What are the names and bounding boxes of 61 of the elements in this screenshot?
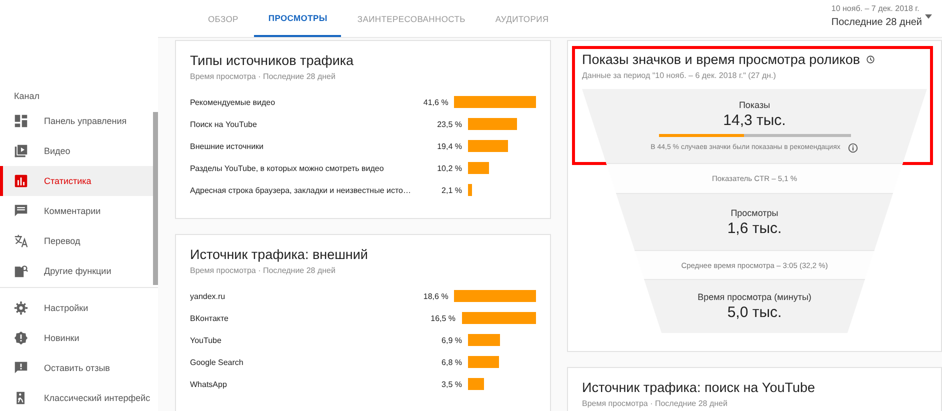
sidebar-item[interactable]: Видео [0,136,153,166]
sidebar-item[interactable]: Статистика [0,166,153,196]
stats-icon [14,174,28,188]
sidebar-item[interactable]: Комментарии [0,196,153,226]
percent-value: 3,5 % [440,380,462,388]
scrollbar[interactable] [153,112,158,285]
sidebar-item[interactable]: Оставить отзыв [0,353,153,383]
card-subtitle: Время просмотра · Последние 28 дней [190,72,336,81]
source-label: Google Search [190,358,244,366]
card-subtitle: Данные за период "10 нояб. – 6 дек. 2018 г." (27 дн.) [582,71,777,80]
source-label: Внешние источники [190,142,265,150]
percent-value: 10,2 % [436,164,462,172]
sidebar-item[interactable]: Новинки [0,323,153,353]
date-range-dropdown[interactable]: 10 нояб. – 7 дек. 2018 г. Последние 28 дней [831,0,922,37]
more-icon [14,264,28,278]
badge-icon [14,331,28,345]
card-title: Типы источников трафика [190,53,355,68]
bar [468,118,517,130]
source-label: YouTube [190,336,222,344]
dashboard-icon [14,114,28,128]
bar [468,140,508,152]
percent-value: 6,9 % [440,336,462,344]
sidebar-item[interactable]: Панель управления [0,106,153,136]
feedback-icon [14,361,28,375]
percent-value: 23,5 % [436,120,462,128]
source-label: Поиск на YouTube [190,120,258,128]
percent-value: 16,5 % [430,314,456,322]
source-label: WhatsApp [190,380,228,388]
sidebar-item[interactable]: Перевод [0,226,153,256]
translate-icon [14,234,28,248]
source-label: Рекомендуемые видео [190,98,276,106]
sidebar-item[interactable]: Классический интерфейс [0,383,153,411]
settings-icon [14,301,28,315]
bar [468,162,490,174]
card-title: Источник трафика: внешний [190,247,369,262]
card-subtitle: Время просмотра · Последние 28 дней [190,266,336,275]
comment-icon [14,204,28,218]
info-icon[interactable] [848,142,858,152]
sidebar-item[interactable]: Другие функции [0,256,153,286]
source-label: ВКонтакте [190,314,230,322]
bar [468,356,500,368]
card-title: Источник трафика: поиск на YouTube [582,380,816,395]
bar [468,378,484,390]
source-label: Адресная строка браузера, закладки и неизвестные исто… [190,186,412,194]
percent-value: 2,1 % [440,186,462,194]
section-label: Канал [13,91,40,103]
clock-icon [866,55,876,64]
tab[interactable]: ПРОСМОТРЫ [254,0,342,37]
caret-icon [925,14,932,19]
sidebar-item[interactable]: Настройки [0,293,153,323]
card-title: Показы значков и время просмотра роликов [582,52,860,67]
bar [468,184,472,196]
source-label: Разделы YouTube, в которых можно смотреть видео [190,164,385,172]
bar [468,334,500,346]
source-label: yandex.ru [190,292,226,300]
percent-value: 6,8 % [440,358,462,366]
percent-value: 41,6 % [422,98,448,106]
card-subtitle: Время просмотра · Последние 28 дней [582,399,728,408]
percent-value: 18,6 % [422,292,448,300]
percent-value: 19,4 % [436,142,462,150]
video-icon [14,144,28,158]
